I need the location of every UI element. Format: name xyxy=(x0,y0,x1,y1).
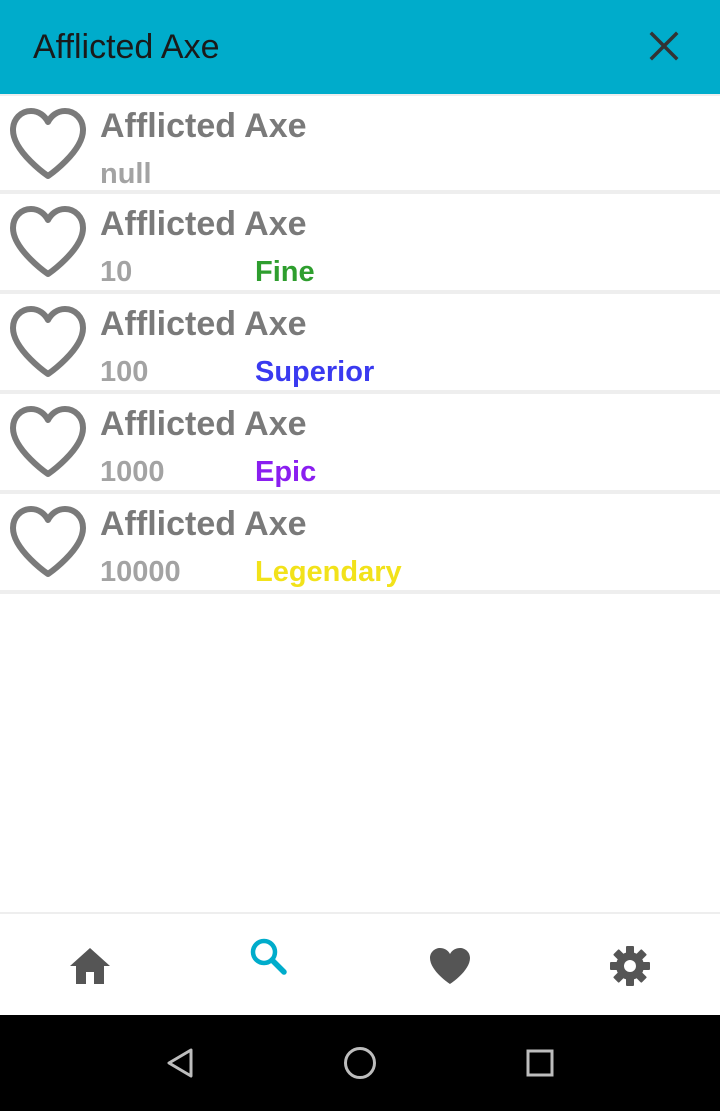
item-value: 10 xyxy=(100,256,133,288)
favorite-button[interactable] xyxy=(8,204,88,280)
search-icon xyxy=(250,938,287,975)
favorite-button[interactable] xyxy=(8,404,88,480)
list-item[interactable]: Afflicted Axe null xyxy=(0,94,720,194)
item-list: Afflicted Axe null Afflicted Axe 10 Fine… xyxy=(0,94,720,594)
item-name: Afflicted Axe xyxy=(100,505,307,543)
recents-icon xyxy=(526,1049,554,1077)
item-rarity: Legendary xyxy=(255,556,402,588)
close-button[interactable] xyxy=(640,22,688,70)
home-icon xyxy=(70,947,110,984)
item-name: Afflicted Axe xyxy=(100,107,307,145)
favorite-button[interactable] xyxy=(8,106,88,182)
nav-settings[interactable] xyxy=(540,914,720,1017)
heart-outline-icon xyxy=(10,306,86,377)
close-icon xyxy=(649,31,679,61)
bottom-navigation xyxy=(0,912,720,1017)
item-rarity: Fine xyxy=(255,256,315,288)
item-value: 1000 xyxy=(100,456,165,488)
system-back-button[interactable] xyxy=(150,1035,210,1091)
item-value: null xyxy=(100,158,152,190)
page-title: Afflicted Axe xyxy=(33,28,220,66)
favorite-button[interactable] xyxy=(8,304,88,380)
app-bar: Afflicted Axe xyxy=(0,0,720,94)
nav-favorites[interactable] xyxy=(360,914,540,1017)
item-value: 100 xyxy=(100,356,149,388)
item-rarity: Superior xyxy=(255,356,375,388)
item-name: Afflicted Axe xyxy=(100,305,307,343)
nav-search[interactable] xyxy=(180,914,360,1017)
list-item[interactable]: Afflicted Axe 100 Superior xyxy=(0,294,720,394)
item-value: 10000 xyxy=(100,556,181,588)
item-name: Afflicted Axe xyxy=(100,205,307,243)
system-recents-button[interactable] xyxy=(510,1035,570,1091)
item-name: Afflicted Axe xyxy=(100,405,307,443)
item-rarity: Epic xyxy=(255,456,317,488)
heart-outline-icon xyxy=(10,406,86,477)
system-home-button[interactable] xyxy=(330,1035,390,1091)
heart-icon xyxy=(430,947,470,984)
list-item[interactable]: Afflicted Axe 1000 Epic xyxy=(0,394,720,494)
system-navigation-bar xyxy=(0,1015,720,1111)
back-icon xyxy=(167,1048,193,1078)
home-circle-icon xyxy=(344,1047,376,1079)
heart-outline-icon xyxy=(10,506,86,577)
list-item[interactable]: Afflicted Axe 10000 Legendary xyxy=(0,494,720,594)
favorite-button[interactable] xyxy=(8,504,88,580)
gear-icon xyxy=(610,945,650,986)
list-item[interactable]: Afflicted Axe 10 Fine xyxy=(0,194,720,294)
heart-outline-icon xyxy=(10,108,86,179)
heart-outline-icon xyxy=(10,206,86,277)
nav-home[interactable] xyxy=(0,914,180,1017)
